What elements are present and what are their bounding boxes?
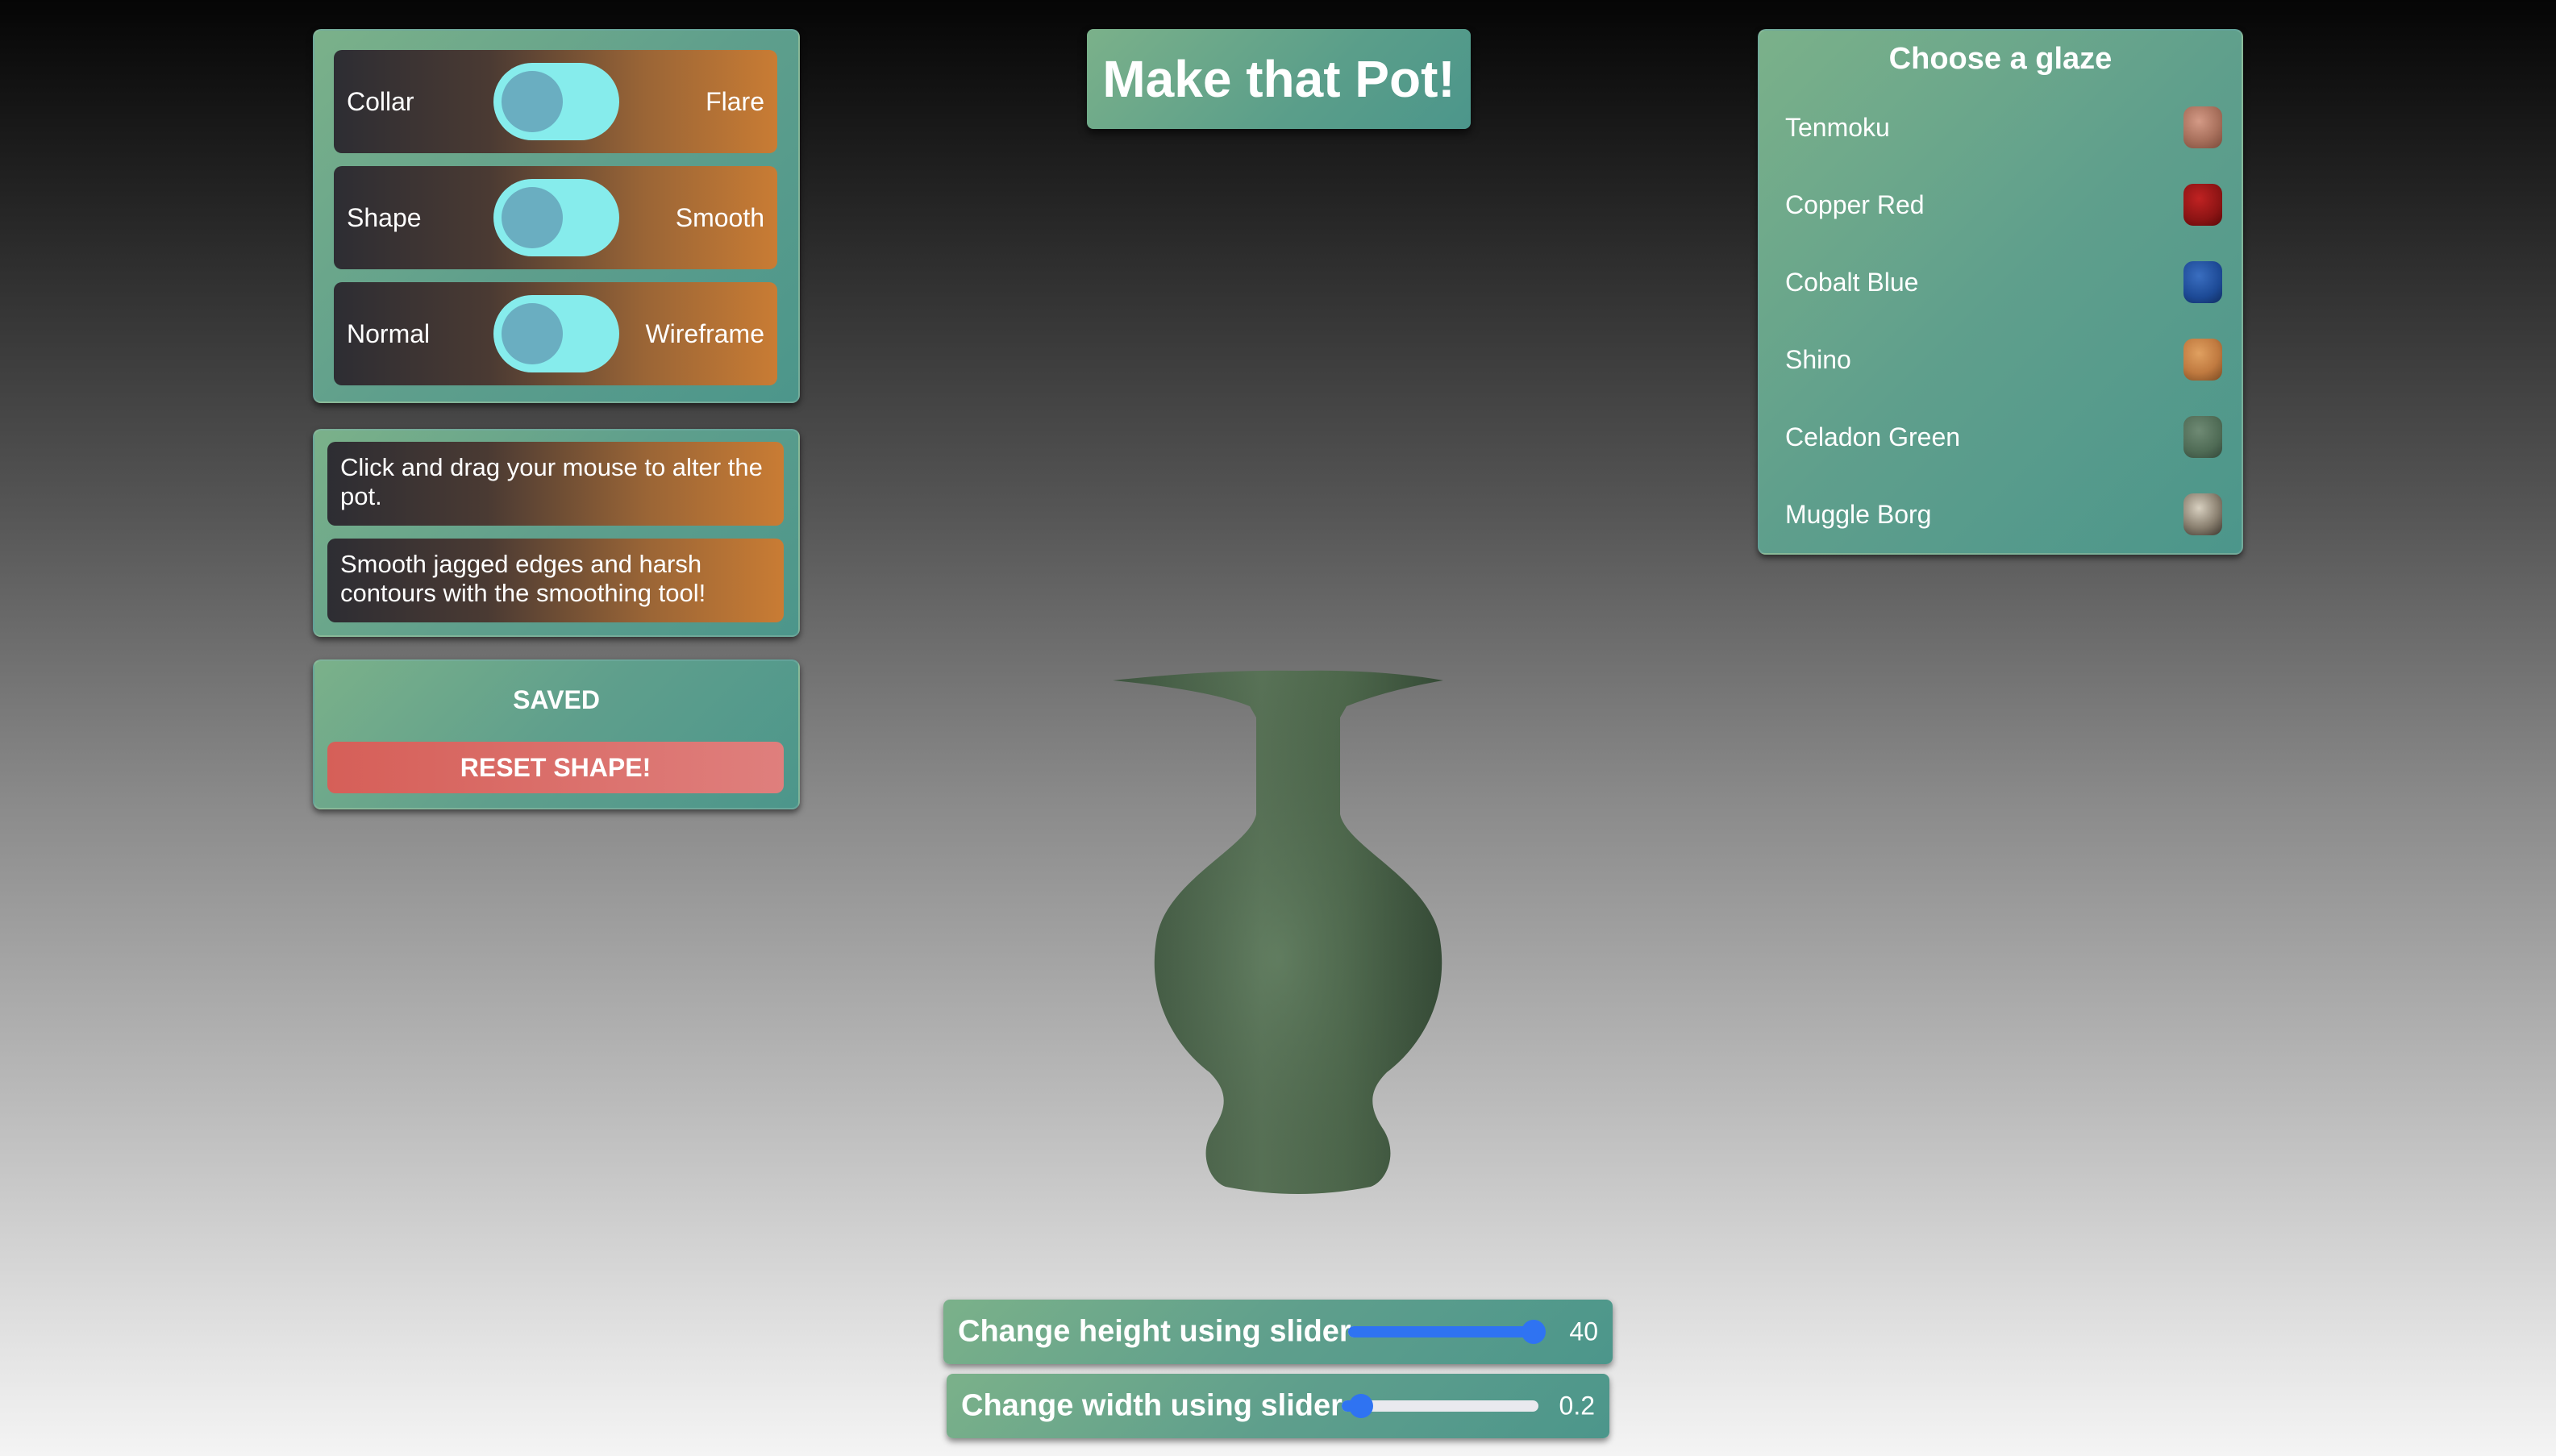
tips-panel: Click and drag your mouse to alter the p…	[313, 429, 800, 637]
reset-shape-button[interactable]: RESET SHAPE!	[327, 742, 784, 793]
reset-shape-label: RESET SHAPE!	[460, 752, 651, 782]
glaze-item-shino[interactable]: Shino	[1785, 335, 2222, 384]
glaze-name: Shino	[1785, 344, 1851, 374]
shino-swatch-icon	[2183, 339, 2222, 381]
toggle-panel: Collar Flare Shape Smooth Normal Wirefra…	[313, 29, 800, 403]
celadon-green-swatch-icon	[2183, 416, 2222, 458]
cobalt-blue-swatch-icon	[2183, 261, 2222, 303]
width-slider-track[interactable]	[1342, 1394, 1538, 1418]
height-slider-value: 40	[1569, 1317, 1598, 1346]
glaze-item-cobalt-blue[interactable]: Cobalt Blue	[1785, 258, 2222, 306]
collar-flare-toggle-row: Collar Flare	[334, 50, 777, 153]
shape-smooth-switch[interactable]	[493, 179, 619, 256]
smooth-label: Smooth	[675, 202, 764, 232]
save-panel: SAVED RESET SHAPE!	[313, 659, 800, 809]
shape-label: Shape	[347, 202, 422, 232]
glaze-name: Tenmoku	[1785, 112, 1890, 142]
switch-knob	[502, 303, 563, 364]
glaze-panel: Choose a glaze Tenmoku Copper Red Cobalt…	[1758, 29, 2243, 555]
collar-flare-switch[interactable]	[493, 63, 619, 140]
copper-red-swatch-icon	[2183, 184, 2222, 226]
width-slider-thumb[interactable]	[1349, 1394, 1374, 1418]
collar-label: Collar	[347, 86, 414, 116]
pot-highlight	[1113, 670, 1443, 1194]
width-slider-panel: Change width using slider 0.2	[947, 1374, 1609, 1438]
saved-status: SAVED	[513, 685, 600, 714]
page-title: Make that Pot!	[1087, 29, 1471, 129]
height-slider-track[interactable]	[1348, 1320, 1547, 1344]
normal-label: Normal	[347, 318, 431, 348]
height-slider-label: Change height using slider	[958, 1314, 1351, 1349]
glaze-heading: Choose a glaze	[1888, 42, 2113, 76]
glaze-name: Copper Red	[1785, 189, 1925, 219]
page-title-text: Make that Pot!	[1102, 50, 1455, 108]
flare-label: Flare	[706, 86, 764, 116]
glaze-name: Cobalt Blue	[1785, 267, 1919, 297]
height-slider-thumb[interactable]	[1522, 1320, 1547, 1344]
height-slider-fill	[1348, 1326, 1534, 1337]
width-slider-label: Change width using slider	[961, 1388, 1343, 1423]
wireframe-label: Wireframe	[645, 318, 764, 348]
glaze-name: Celadon Green	[1785, 422, 1961, 451]
normal-wireframe-switch[interactable]	[493, 295, 619, 372]
pot-viewport[interactable]	[1080, 645, 1516, 1225]
width-slider-value: 0.2	[1559, 1391, 1595, 1421]
glaze-item-muggle-borg[interactable]: Muggle Borg	[1785, 490, 2222, 539]
normal-wireframe-toggle-row: Normal Wireframe	[334, 282, 777, 385]
glaze-item-copper-red[interactable]: Copper Red	[1785, 181, 2222, 229]
height-slider-panel: Change height using slider 40	[943, 1300, 1613, 1364]
switch-knob	[502, 187, 563, 248]
glaze-item-tenmoku[interactable]: Tenmoku	[1785, 103, 2222, 152]
glaze-name: Muggle Borg	[1785, 499, 1932, 529]
switch-knob	[502, 71, 563, 132]
tip-smooth: Smooth jagged edges and harsh contours w…	[327, 539, 784, 622]
tenmoku-swatch-icon	[2183, 106, 2222, 148]
shape-smooth-toggle-row: Shape Smooth	[334, 166, 777, 269]
muggle-borg-swatch-icon	[2183, 493, 2222, 535]
glaze-item-celadon-green[interactable]: Celadon Green	[1785, 413, 2222, 461]
tip-drag: Click and drag your mouse to alter the p…	[327, 442, 784, 526]
